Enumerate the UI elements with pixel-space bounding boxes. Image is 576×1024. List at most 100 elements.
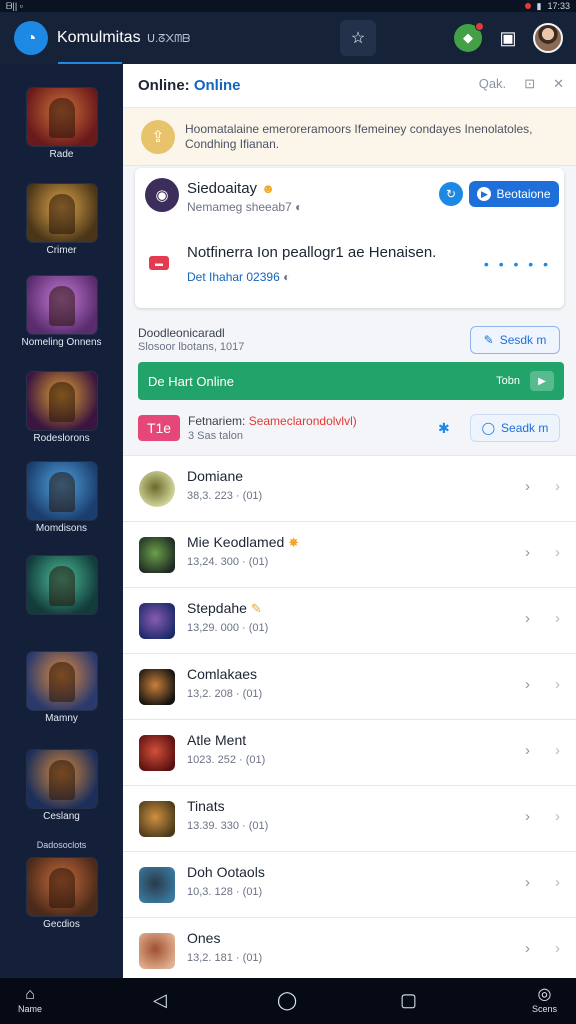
circle-icon: ◯ — [481, 421, 496, 435]
card-action-button[interactable]: ▶ Beotaione — [469, 181, 559, 207]
recents-button[interactable]: ▢ — [400, 990, 417, 1011]
chevron-right-icon[interactable]: › — [525, 478, 530, 495]
game-meta: 1023. 252 · (01) — [187, 754, 266, 766]
app-subtitle: ᑌ.ᘔ᙭ᗰᗷ — [147, 33, 191, 45]
chevron-right-icon[interactable]: › — [525, 940, 530, 957]
star-icon: ☆ — [350, 30, 366, 47]
game-thumbnail — [26, 652, 97, 710]
game-list-item[interactable]: Stepdahe ✎ 13,29. 000 · (01) › › — [123, 587, 576, 653]
game-list-item[interactable]: Mie Keodlamed ✸ 13,24. 300 · (01) › › — [123, 521, 576, 587]
main-header: Online: Online Qak. ⊡ ✕ — [123, 64, 576, 108]
game-icon — [139, 867, 175, 903]
bag-icon: ▣ — [499, 27, 517, 48]
game-thumbnail — [26, 372, 97, 430]
chevron-right-icon[interactable]: › — [525, 742, 530, 759]
badge-emoji-icon: ✸ — [288, 535, 300, 550]
sidebar-game-item[interactable]: Gecdios — [0, 858, 123, 931]
home-nav-button[interactable]: ⌂ Name — [18, 986, 42, 1014]
chevron-right-icon[interactable]: › — [525, 544, 530, 561]
refresh-button[interactable]: ↻ — [439, 182, 463, 206]
sidebar-item-label: Nomeling Onnens — [21, 337, 102, 348]
status-time: 17:33 — [547, 1, 570, 11]
game-character — [48, 662, 75, 702]
chevron-right-icon[interactable]: › — [525, 676, 530, 693]
scens-nav-button[interactable]: ◎ Scens — [532, 986, 557, 1014]
game-thumbnail — [26, 556, 97, 614]
game-name: Mie Keodlamed ✸ — [187, 534, 300, 550]
game-meta: 13,2. 208 · (01) — [187, 688, 263, 700]
play-icon: ▶ — [477, 187, 492, 201]
game-icon — [139, 801, 175, 837]
game-list-item[interactable]: Doh Ootaols 10,3. 128 · (01) › › — [123, 851, 576, 917]
smile-icon: ☻ — [261, 181, 275, 196]
activity-card: ◉ Siedoaitay ☻ Nemameg sheeab7 ◐ ↻ ▶ Beo… — [135, 168, 564, 308]
game-list-item[interactable]: Tinats 13.39. 330 · (01) › › — [123, 785, 576, 851]
edit-icon: ✎ — [483, 333, 494, 347]
card-date[interactable]: Det Ihahar 02396 ◐ — [187, 270, 290, 284]
favorite-star-button[interactable]: ☆ — [340, 20, 376, 56]
card-avatar[interactable]: ◉ — [145, 178, 179, 212]
game-character — [48, 760, 75, 800]
info-banner: ⇪ Hoomatalaine emeroreramoors Ifemeiney … — [123, 108, 576, 166]
game-character — [48, 566, 75, 606]
battery-icon: ▮ — [536, 0, 542, 11]
app-logo-icon[interactable]: ◔ — [14, 21, 48, 55]
more-dots-icon[interactable]: • • • • • — [484, 256, 551, 272]
sidebar-game-item[interactable]: Mamny — [0, 652, 123, 725]
sidebar-game-item[interactable]: Rade — [0, 88, 123, 161]
game-icon — [139, 735, 175, 771]
sidebar-game-item[interactable]: Nomeling Onnens — [0, 276, 123, 349]
highlight-title: Fetnariem: Seameclarondolvlvl) — [188, 414, 357, 428]
game-list-item[interactable]: Ones 13,2. 181 · (01) › › — [123, 917, 576, 978]
sidebar-game-item[interactable]: Momdisons — [0, 462, 123, 535]
back-button[interactable]: ◁ — [153, 990, 167, 1011]
share-icon: ⇪ — [141, 119, 175, 154]
game-name: Atle Ment — [187, 732, 247, 748]
close-icon[interactable]: ✕ — [553, 76, 564, 92]
game-thumbnail — [26, 276, 97, 334]
sidebar-game-item[interactable] — [0, 556, 123, 617]
game-icon — [139, 933, 175, 969]
game-character — [48, 286, 75, 326]
game-thumbnail — [26, 750, 97, 808]
game-name: Stepdahe ✎ — [187, 600, 262, 616]
home-icon: ⌂ — [25, 986, 35, 1003]
arrow-right-icon[interactable]: ▶ — [530, 371, 554, 391]
game-list-item[interactable]: Atle Ment 1023. 252 · (01) › › — [123, 719, 576, 785]
game-character — [48, 382, 75, 422]
home-circle-button[interactable]: ◯ — [277, 990, 297, 1011]
sidebar-game-item[interactable]: Rodeslorons — [0, 372, 123, 445]
bottom-navigation: ⌂ Name ◁ ◯ ▢ ◎ Scens — [0, 978, 576, 1024]
game-name: Tinats — [187, 798, 225, 814]
highlight-badge: T1e — [138, 415, 180, 441]
game-list-item[interactable]: Domiane 38,3. 223 · (01) › › — [123, 455, 576, 521]
game-name: Ones — [187, 930, 221, 946]
message-tag-icon: ▬ — [149, 256, 169, 270]
notifications-button[interactable]: ◆ — [454, 22, 484, 52]
chevron-right-icon[interactable]: › — [525, 874, 530, 891]
game-meta: 10,3. 128 · (01) — [187, 886, 263, 898]
search-button-2[interactable]: ◯ Seadk m — [470, 414, 560, 442]
user-avatar[interactable] — [533, 23, 563, 53]
game-thumbnail — [26, 858, 97, 916]
game-character — [48, 194, 75, 234]
game-character — [48, 98, 75, 138]
online-section-header: Doodleonicaradl Slosoor lbotans, 1017 — [138, 326, 245, 353]
sidebar-game-item[interactable]: Crimer — [0, 184, 123, 257]
game-name: Comlakaes — [187, 666, 258, 682]
game-character — [48, 868, 75, 908]
online-green-bar[interactable]: De Hart Online Tobn ▶ — [138, 362, 564, 400]
sparkle-icon[interactable]: ✱ — [438, 420, 450, 437]
window-icon[interactable]: ⊡ — [524, 76, 535, 92]
settings-icon: ◎ — [537, 986, 552, 1003]
chevron-right-icon[interactable]: › — [525, 610, 530, 627]
shop-bag-button[interactable]: ▣ — [494, 24, 522, 52]
sidebar-item-label: Crimer — [46, 245, 77, 256]
chevron-right-icon[interactable]: › — [525, 808, 530, 825]
sidebar-game-item[interactable]: Ceslang — [0, 750, 123, 823]
game-icon — [139, 669, 175, 705]
search-icon[interactable]: Qak. — [479, 76, 506, 92]
app-title: Komulmitas ᑌ.ᘔ᙭ᗰᗷ — [57, 29, 191, 46]
search-button-1[interactable]: ✎ Sesdk m — [470, 326, 560, 354]
game-list-item[interactable]: Comlakaes 13,2. 208 · (01) › › — [123, 653, 576, 719]
